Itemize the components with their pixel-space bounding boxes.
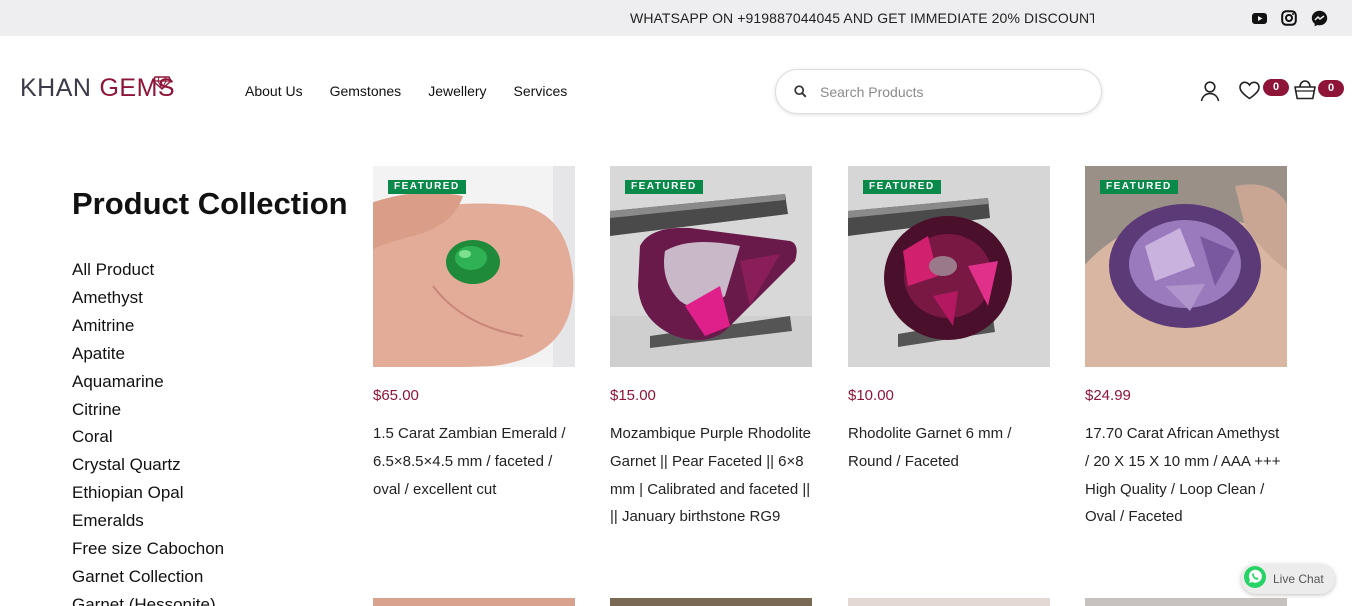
category-crystal-quartz[interactable]: Crystal Quartz bbox=[72, 451, 224, 479]
category-list: All Product Amethyst Amitrine Apatite Aq… bbox=[72, 256, 224, 606]
featured-badge: FEATURED bbox=[388, 180, 466, 194]
product-image-partial[interactable] bbox=[610, 598, 812, 606]
category-amethyst[interactable]: Amethyst bbox=[72, 284, 224, 312]
nav-gemstones[interactable]: Gemstones bbox=[330, 83, 402, 99]
wishlist-count-badge: 0 bbox=[1263, 79, 1289, 96]
live-chat-button[interactable]: Live Chat bbox=[1241, 564, 1335, 594]
basket-icon[interactable] bbox=[1293, 79, 1317, 101]
product-image-partial[interactable] bbox=[1085, 598, 1287, 606]
main-nav: About Us Gemstones Jewellery Services bbox=[245, 83, 594, 99]
cart-count-badge: 0 bbox=[1318, 80, 1344, 97]
product-card[interactable]: FEATURED $65.00 1.5 Carat Zambian Emeral… bbox=[373, 166, 575, 503]
user-icon[interactable] bbox=[1199, 80, 1221, 102]
nav-services[interactable]: Services bbox=[514, 83, 568, 99]
diamond-icon bbox=[152, 76, 172, 95]
category-coral[interactable]: Coral bbox=[72, 423, 224, 451]
youtube-icon[interactable] bbox=[1250, 9, 1268, 27]
featured-badge: FEATURED bbox=[625, 180, 703, 194]
nav-about-us[interactable]: About Us bbox=[245, 83, 303, 99]
search-bar[interactable] bbox=[775, 69, 1102, 114]
product-image[interactable]: FEATURED bbox=[373, 166, 575, 367]
announcement-text: WHATSAPP ON +919887044045 AND GET IMMEDI… bbox=[630, 10, 1094, 26]
heart-icon[interactable] bbox=[1239, 81, 1260, 100]
product-image-partial[interactable] bbox=[848, 598, 1050, 606]
product-image[interactable]: FEATURED bbox=[1085, 166, 1287, 367]
category-apatite[interactable]: Apatite bbox=[72, 340, 224, 368]
live-chat-label: Live Chat bbox=[1273, 572, 1324, 586]
page-title: Product Collection bbox=[72, 186, 348, 221]
product-name[interactable]: Mozambique Purple Rhodolite Garnet || Pe… bbox=[610, 420, 812, 531]
search-icon bbox=[794, 85, 807, 103]
product-price: $65.00 bbox=[373, 387, 419, 404]
product-card[interactable]: FEATURED $24.99 17.70 Carat African Amet… bbox=[1085, 166, 1287, 531]
category-garnet-hessonite[interactable]: Garnet (Hessonite) bbox=[72, 591, 224, 606]
product-name[interactable]: 17.70 Carat African Amethyst / 20 X 15 X… bbox=[1085, 420, 1287, 531]
product-card[interactable]: FEATURED $10.00 Rhodolite Garnet 6 mm / … bbox=[848, 166, 1050, 476]
nav-jewellery[interactable]: Jewellery bbox=[428, 83, 486, 99]
product-name[interactable]: Rhodolite Garnet 6 mm / Round / Faceted bbox=[848, 420, 1050, 476]
product-price: $10.00 bbox=[848, 387, 894, 404]
product-price: $24.99 bbox=[1085, 387, 1131, 404]
category-free-size-cabochon[interactable]: Free size Cabochon bbox=[72, 535, 224, 563]
product-card[interactable]: FEATURED $15.00 Mozambique Purple Rhodol… bbox=[610, 166, 812, 531]
category-citrine[interactable]: Citrine bbox=[72, 396, 224, 424]
featured-badge: FEATURED bbox=[863, 180, 941, 194]
announcement-marquee: WHATSAPP ON +919887044045 AND GET IMMEDI… bbox=[630, 0, 1094, 36]
instagram-icon[interactable] bbox=[1280, 9, 1298, 27]
product-name[interactable]: 1.5 Carat Zambian Emerald / 6.5×8.5×4.5 … bbox=[373, 420, 575, 503]
search-input[interactable] bbox=[820, 81, 1080, 103]
category-ethiopian-opal[interactable]: Ethiopian Opal bbox=[72, 479, 224, 507]
featured-badge: FEATURED bbox=[1100, 180, 1178, 194]
category-emeralds[interactable]: Emeralds bbox=[72, 507, 224, 535]
product-image[interactable]: FEATURED bbox=[610, 166, 812, 367]
announcement-bar: WHATSAPP ON +919887044045 AND GET IMMEDI… bbox=[0, 0, 1352, 36]
category-all-product[interactable]: All Product bbox=[72, 256, 224, 284]
category-aquamarine[interactable]: Aquamarine bbox=[72, 368, 224, 396]
messenger-icon[interactable] bbox=[1310, 9, 1328, 27]
whatsapp-icon bbox=[1243, 565, 1267, 594]
logo-word-khan: KHAN bbox=[20, 74, 92, 102]
product-image-partial[interactable] bbox=[373, 598, 575, 606]
product-image[interactable]: FEATURED bbox=[848, 166, 1050, 367]
product-price: $15.00 bbox=[610, 387, 656, 404]
category-garnet-collection[interactable]: Garnet Collection bbox=[72, 563, 224, 591]
category-amitrine[interactable]: Amitrine bbox=[72, 312, 224, 340]
